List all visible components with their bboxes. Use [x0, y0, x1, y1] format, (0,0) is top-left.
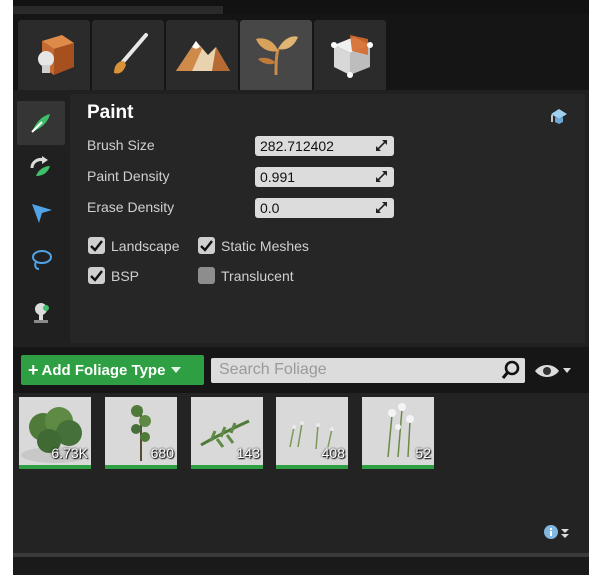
view-options-button[interactable] — [533, 360, 573, 387]
select-tool-icon — [32, 204, 52, 223]
lasso-tool-icon — [32, 250, 52, 270]
info-button[interactable] — [543, 524, 571, 547]
checkbox-box — [198, 237, 215, 254]
add-foliage-type-button[interactable]: + Add Foliage Type — [21, 355, 204, 385]
help-icon[interactable] — [549, 106, 569, 131]
foliage-mode-tab[interactable] — [240, 20, 312, 90]
search-icon[interactable] — [501, 360, 521, 380]
foliage-type-tile[interactable]: 143 — [191, 397, 263, 469]
paint-density-value: 0.991 — [260, 169, 296, 185]
title-strip — [13, 0, 589, 14]
tool-sidebar — [13, 95, 69, 343]
search-foliage-input[interactable]: Search Foliage — [211, 358, 525, 383]
brush-size-label: Brush Size — [87, 137, 155, 153]
filter-label: Static Meshes — [221, 237, 309, 254]
place-mode-tab[interactable] — [18, 20, 90, 90]
foliage-type-tile[interactable]: 408 — [276, 397, 348, 469]
foliage-type-tile[interactable]: 52 — [362, 397, 434, 469]
checkmark-icon — [90, 240, 103, 252]
checkmark-icon — [90, 270, 103, 282]
panel-footer — [13, 557, 589, 575]
plus-icon: + — [28, 360, 39, 380]
brush-size-field[interactable]: 282.712402 — [255, 136, 394, 156]
filter-translucent-checkbox[interactable]: Translucent — [198, 267, 294, 284]
filter-static-meshes-checkbox[interactable]: Static Meshes — [198, 237, 309, 254]
place-mode-icon — [38, 35, 74, 75]
instance-count: 52 — [415, 445, 431, 461]
tab-line — [13, 6, 223, 14]
erase-density-label: Erase Density — [87, 199, 175, 215]
paint-tool-icon — [31, 114, 50, 133]
tool-lasso[interactable] — [17, 238, 65, 282]
instance-count: 143 — [236, 445, 260, 461]
paint-mode-tab[interactable] — [92, 20, 164, 90]
chevron-down-icon — [171, 367, 182, 373]
fill-tool-icon — [34, 303, 49, 323]
info-icon — [544, 525, 569, 539]
reapply-tool-icon — [30, 156, 50, 176]
filter-label: Translucent — [221, 267, 294, 284]
filter-landscape-checkbox[interactable]: Landscape — [88, 237, 180, 254]
paint-density-field[interactable]: 0.991 — [255, 167, 394, 187]
mode-toolbar — [13, 14, 589, 90]
tool-fill[interactable] — [17, 291, 65, 335]
instance-count: 6.73K — [51, 445, 88, 461]
instance-count: 680 — [150, 445, 174, 461]
landscape-mode-tab[interactable] — [166, 20, 238, 90]
eye-icon — [535, 365, 571, 377]
spin-arrows-icon — [376, 202, 387, 213]
checkbox-box — [88, 267, 105, 284]
geometry-mode-tab[interactable] — [314, 20, 386, 90]
checkmark-icon — [200, 240, 213, 252]
filter-label: BSP — [111, 267, 140, 284]
filter-label: Landscape — [111, 237, 180, 254]
erase-density-value: 0.0 — [260, 200, 280, 216]
brush-size-value: 282.712402 — [260, 138, 334, 154]
tool-reapply[interactable] — [17, 145, 65, 189]
paint-density-label: Paint Density — [87, 168, 170, 184]
spin-arrows-icon — [376, 140, 387, 151]
checkbox-box — [88, 237, 105, 254]
geometry-mode-icon — [331, 35, 373, 78]
paint-settings: Paint Brush Size 282.712402 Paint Densit… — [70, 94, 585, 343]
tool-paint[interactable] — [17, 101, 65, 145]
foliage-mode-icon — [256, 36, 298, 76]
instance-count: 408 — [321, 445, 345, 461]
add-foliage-type-label: Add Foliage Type — [41, 361, 166, 379]
foliage-type-tile[interactable]: 680 — [105, 397, 177, 469]
foliage-type-tile[interactable]: 6.73K — [19, 397, 91, 469]
search-placeholder: Search Foliage — [219, 361, 327, 378]
spin-arrows-icon — [376, 171, 387, 182]
checkbox-box — [198, 267, 215, 284]
paint-mode-icon — [114, 33, 148, 74]
landscape-mode-icon — [176, 41, 230, 71]
erase-density-field[interactable]: 0.0 — [255, 198, 394, 218]
section-title: Paint — [87, 102, 134, 123]
filter-bsp-checkbox[interactable]: BSP — [88, 267, 139, 284]
tool-select[interactable] — [17, 191, 65, 235]
